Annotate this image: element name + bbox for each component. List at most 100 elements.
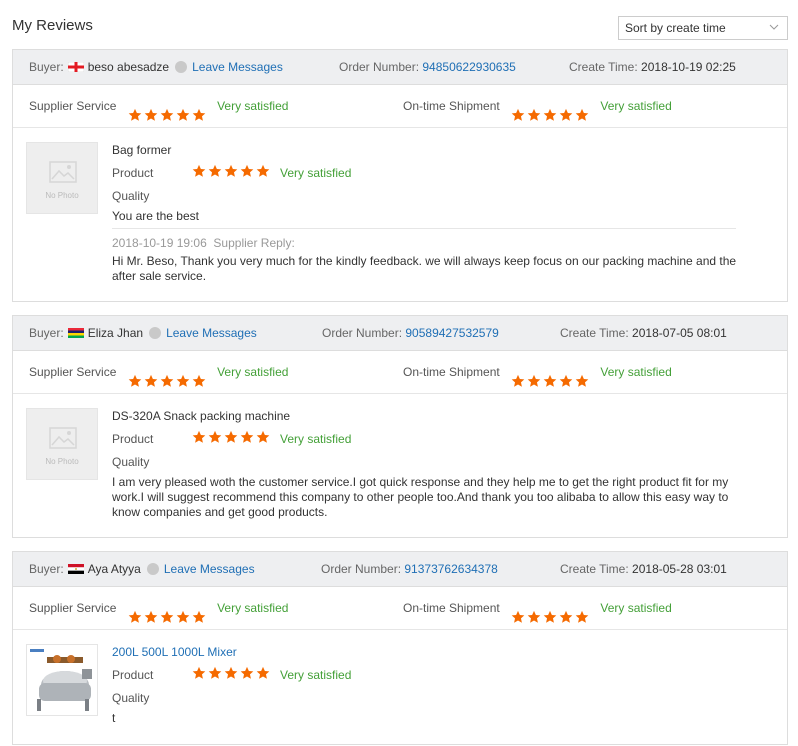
sort-selected-value: Sort by create time bbox=[625, 21, 726, 35]
leave-messages-link[interactable]: Leave Messages bbox=[192, 60, 283, 74]
star-rating bbox=[511, 599, 591, 624]
reply-meta: 2018-10-19 19:06 Supplier Reply: bbox=[112, 236, 295, 250]
supplier-service-rating: Supplier Service Very satisfied bbox=[29, 85, 288, 128]
star-icon bbox=[527, 109, 541, 122]
ontime-shipment-label: On-time Shipment bbox=[403, 99, 500, 113]
star-icon bbox=[192, 611, 206, 624]
rating-text: Very satisfied bbox=[280, 668, 352, 682]
buyer-name: Aya Atyya bbox=[87, 562, 141, 576]
review-header: Buyer: Eliza Jhan Leave Messages Order Num… bbox=[13, 316, 787, 351]
star-icon bbox=[128, 375, 142, 388]
buyer-label: Buyer: bbox=[29, 60, 64, 74]
create-time-label: Create Time: bbox=[560, 562, 629, 576]
star-icon bbox=[224, 667, 238, 680]
star-icon bbox=[128, 109, 142, 122]
ontime-shipment-label: On-time Shipment bbox=[403, 601, 500, 615]
star-icon bbox=[256, 165, 270, 178]
star-icon bbox=[559, 375, 573, 388]
order-info: Order Number: 90589427532579 bbox=[322, 316, 499, 351]
chat-icon bbox=[149, 327, 162, 339]
georgia-flag-icon bbox=[67, 62, 84, 72]
product-rating: Product Very satisfied bbox=[112, 431, 351, 446]
star-icon bbox=[511, 375, 525, 388]
product-name: Bag former bbox=[112, 143, 172, 157]
review-comment: You are the best bbox=[112, 209, 199, 223]
create-time-label: Create Time: bbox=[569, 60, 638, 74]
star-rating bbox=[511, 97, 591, 122]
create-time-label: Create Time: bbox=[560, 326, 629, 340]
image-placeholder-icon bbox=[49, 161, 77, 183]
star-icon bbox=[208, 667, 222, 680]
egypt-flag-icon bbox=[67, 564, 84, 574]
star-rating bbox=[128, 97, 208, 122]
star-icon bbox=[224, 165, 238, 178]
no-photo-text: No Photo bbox=[45, 191, 79, 200]
star-icon bbox=[543, 375, 557, 388]
rating-text: Very satisfied bbox=[600, 365, 672, 379]
product-name-link[interactable]: 200L 500L 1000L Mixer bbox=[112, 645, 237, 659]
chat-icon bbox=[175, 61, 188, 73]
no-photo-text: No Photo bbox=[45, 457, 79, 466]
star-rating bbox=[192, 164, 272, 180]
leave-messages-link[interactable]: Leave Messages bbox=[166, 326, 257, 340]
service-ratings: Supplier Service Very satisfied On-time … bbox=[13, 85, 787, 128]
product-image-placeholder: No Photo bbox=[26, 142, 98, 214]
page-title: My Reviews bbox=[12, 17, 93, 34]
create-time-value: 2018-07-05 08:01 bbox=[632, 326, 727, 340]
rating-text: Very satisfied bbox=[217, 601, 289, 615]
star-icon bbox=[511, 109, 525, 122]
star-rating bbox=[128, 363, 208, 388]
star-icon bbox=[192, 109, 206, 122]
supplier-service-label: Supplier Service bbox=[29, 99, 117, 113]
star-icon bbox=[192, 165, 206, 178]
leave-messages-link[interactable]: Leave Messages bbox=[164, 562, 255, 576]
star-icon bbox=[192, 667, 206, 680]
star-icon bbox=[160, 375, 174, 388]
buyer-name: beso abesadze bbox=[87, 60, 170, 74]
review-comment: I am very pleased woth the customer serv… bbox=[112, 475, 729, 519]
chat-icon bbox=[146, 563, 159, 575]
supplier-reply-text: Hi Mr. Beso, Thank you very much for the… bbox=[112, 254, 737, 283]
star-icon bbox=[543, 109, 557, 122]
order-number-link[interactable]: 94850622930635 bbox=[422, 60, 515, 74]
order-info: Order Number: 91373762634378 bbox=[321, 552, 498, 587]
star-icon bbox=[575, 611, 589, 624]
star-icon bbox=[176, 611, 190, 624]
star-icon bbox=[575, 375, 589, 388]
buyer-info: Buyer: Eliza Jhan Leave Messages bbox=[29, 316, 257, 351]
order-info: Order Number: 94850622930635 bbox=[339, 50, 516, 85]
buyer-label: Buyer: bbox=[29, 562, 64, 576]
star-icon bbox=[527, 611, 541, 624]
supplier-service-label: Supplier Service bbox=[29, 601, 117, 615]
product-rating: Product Very satisfied bbox=[112, 164, 352, 180]
product-label: Product bbox=[112, 668, 154, 682]
quality-label: Quality bbox=[112, 455, 150, 469]
mixer-machine-image bbox=[27, 645, 97, 715]
star-icon bbox=[575, 109, 589, 122]
star-icon bbox=[559, 109, 573, 122]
order-number-link[interactable]: 90589427532579 bbox=[405, 326, 498, 340]
create-time-info: Create Time: 2018-07-05 08:01 bbox=[560, 316, 727, 351]
create-time-value: 2018-10-19 02:25 bbox=[641, 60, 736, 74]
sort-dropdown[interactable]: Sort by create time bbox=[618, 16, 788, 40]
star-icon bbox=[208, 431, 222, 444]
star-icon bbox=[208, 165, 222, 178]
star-icon bbox=[160, 109, 174, 122]
rating-text: Very satisfied bbox=[217, 365, 289, 379]
buyer-label: Buyer: bbox=[29, 326, 64, 340]
order-number-link[interactable]: 91373762634378 bbox=[404, 562, 497, 576]
rating-text: Very satisfied bbox=[600, 601, 672, 615]
star-icon bbox=[240, 667, 254, 680]
rating-text: Very satisfied bbox=[280, 166, 352, 180]
ontime-shipment-label: On-time Shipment bbox=[403, 365, 500, 379]
review-card: Buyer: beso abesadze Leave Messages Order … bbox=[12, 49, 788, 302]
rating-text: Very satisfied bbox=[217, 99, 289, 113]
product-image[interactable] bbox=[26, 644, 98, 716]
star-icon bbox=[128, 611, 142, 624]
star-rating bbox=[192, 666, 272, 682]
ontime-shipment-rating: On-time Shipment Very satisfied bbox=[403, 85, 672, 128]
mauritius-flag-icon bbox=[67, 328, 84, 338]
star-icon bbox=[176, 375, 190, 388]
star-icon bbox=[256, 431, 270, 444]
star-icon bbox=[160, 611, 174, 624]
